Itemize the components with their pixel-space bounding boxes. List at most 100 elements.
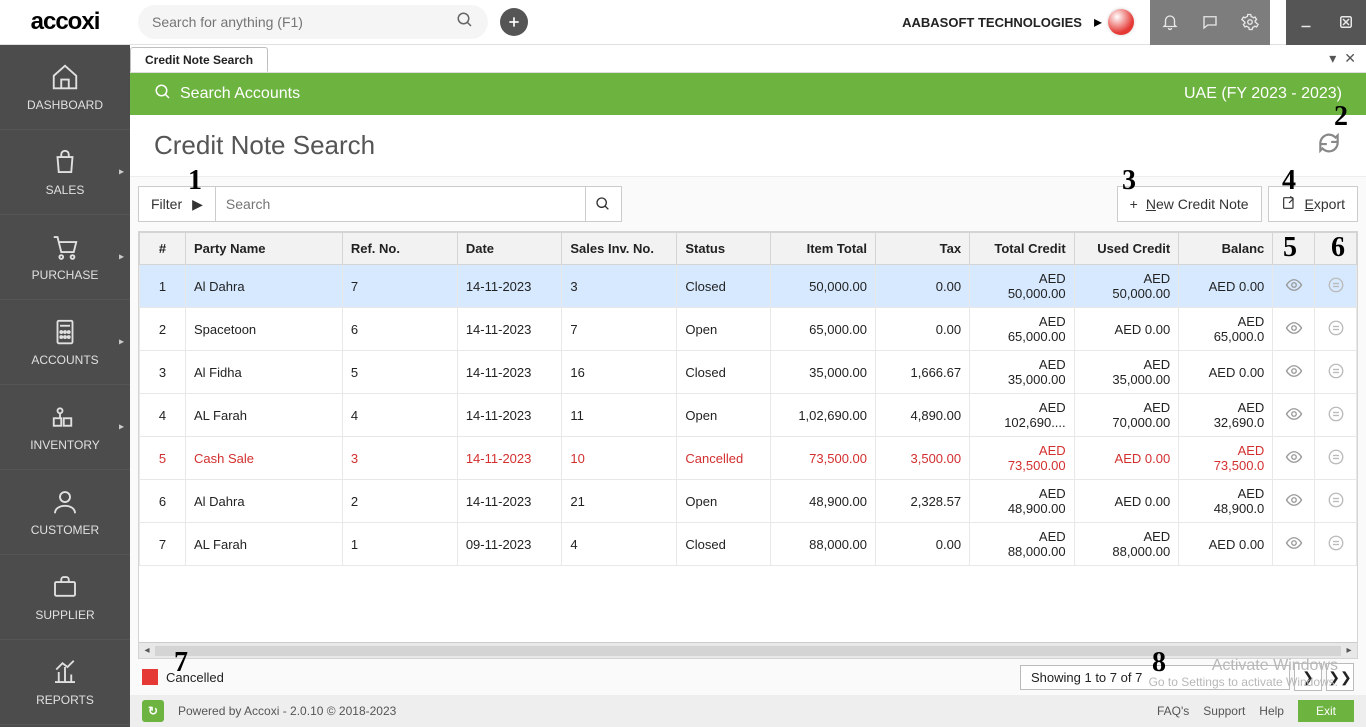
col-index[interactable]: # bbox=[140, 233, 186, 265]
col-party[interactable]: Party Name bbox=[186, 233, 343, 265]
export-button[interactable]: Export bbox=[1268, 186, 1358, 222]
search-icon bbox=[154, 83, 172, 106]
global-search-input[interactable] bbox=[152, 14, 456, 30]
col-date[interactable]: Date bbox=[457, 233, 562, 265]
refresh-button[interactable] bbox=[1316, 130, 1342, 161]
chevron-right-icon: ▸ bbox=[119, 252, 124, 263]
view-row-button[interactable] bbox=[1273, 265, 1315, 308]
tab-close-icon[interactable]: ✕ bbox=[1344, 50, 1356, 67]
close-window-icon[interactable] bbox=[1326, 0, 1366, 45]
view-row-button[interactable] bbox=[1273, 437, 1315, 480]
cell-balance: AED 73,500.0 bbox=[1179, 437, 1273, 480]
row-more-button[interactable] bbox=[1315, 351, 1357, 394]
row-more-button[interactable] bbox=[1315, 523, 1357, 566]
horizontal-scrollbar[interactable]: ◂ ▸ bbox=[139, 642, 1357, 658]
col-view bbox=[1273, 233, 1315, 265]
col-total-credit[interactable]: Total Credit bbox=[970, 233, 1075, 265]
scroll-left-icon[interactable]: ◂ bbox=[139, 645, 155, 656]
cell-date: 14-11-2023 bbox=[457, 308, 562, 351]
table-row[interactable]: 6Al Dahra214-11-202321Open48,900.002,328… bbox=[140, 480, 1357, 523]
page-title: Credit Note Search bbox=[154, 130, 375, 161]
gear-icon[interactable] bbox=[1230, 0, 1270, 45]
nav-purchase[interactable]: PURCHASE ▸ bbox=[0, 215, 130, 300]
row-more-button[interactable] bbox=[1315, 394, 1357, 437]
nav-sales[interactable]: SALES ▸ bbox=[0, 130, 130, 215]
tab-dropdown-icon[interactable]: ▾ bbox=[1329, 50, 1336, 67]
table-row[interactable]: 3Al Fidha514-11-202316Closed35,000.001,6… bbox=[140, 351, 1357, 394]
view-row-button[interactable] bbox=[1273, 351, 1315, 394]
cell-inv: 21 bbox=[562, 480, 677, 523]
col-status[interactable]: Status bbox=[677, 233, 771, 265]
add-button[interactable] bbox=[500, 8, 528, 36]
topbar: accoxi AABASOFT TECHNOLOGIES ▸ bbox=[0, 0, 1366, 45]
exit-button[interactable]: Exit bbox=[1298, 700, 1354, 722]
minimize-icon[interactable] bbox=[1286, 0, 1326, 45]
table-search-input[interactable] bbox=[226, 196, 575, 212]
table-search-button[interactable] bbox=[586, 186, 622, 222]
nav-accounts[interactable]: ACCOUNTS ▸ bbox=[0, 300, 130, 385]
nav-customer[interactable]: CUSTOMER bbox=[0, 470, 130, 555]
cell-party: Al Fidha bbox=[186, 351, 343, 394]
pager-next-button[interactable]: ❯ bbox=[1294, 663, 1322, 691]
chat-icon[interactable] bbox=[1190, 0, 1230, 45]
nav-inventory[interactable]: INVENTORY ▸ bbox=[0, 385, 130, 470]
col-balance[interactable]: Balanc bbox=[1179, 233, 1273, 265]
new-credit-note-button[interactable]: + New Credit Note bbox=[1117, 186, 1262, 222]
filter-button[interactable]: Filter ▶ bbox=[138, 186, 216, 222]
nav-supplier[interactable]: SUPPLIER bbox=[0, 555, 130, 640]
nav-dashboard[interactable]: DASHBOARD bbox=[0, 45, 130, 130]
row-more-button[interactable] bbox=[1315, 265, 1357, 308]
tab-credit-note-search[interactable]: Credit Note Search bbox=[130, 47, 268, 72]
cell-inv: 3 bbox=[562, 265, 677, 308]
col-used-credit[interactable]: Used Credit bbox=[1074, 233, 1179, 265]
nav-label: REPORTS bbox=[36, 693, 94, 707]
cell-used-credit: AED 50,000.00 bbox=[1074, 265, 1179, 308]
table-body: 1Al Dahra714-11-20233Closed50,000.000.00… bbox=[140, 265, 1357, 566]
tab-tools: ▾ ✕ bbox=[1329, 45, 1366, 72]
export-icon bbox=[1281, 195, 1297, 214]
cell-status: Closed bbox=[677, 265, 771, 308]
view-row-button[interactable] bbox=[1273, 394, 1315, 437]
global-search[interactable] bbox=[138, 5, 488, 39]
nav-reports[interactable]: REPORTS bbox=[0, 640, 130, 725]
window-controls bbox=[1286, 0, 1366, 45]
row-more-button[interactable] bbox=[1315, 480, 1357, 523]
row-more-button[interactable] bbox=[1315, 308, 1357, 351]
cell-status: Cancelled bbox=[677, 437, 771, 480]
cell-total-credit: AED 102,690.... bbox=[970, 394, 1075, 437]
col-tax[interactable]: Tax bbox=[876, 233, 970, 265]
cell-tax: 1,666.67 bbox=[876, 351, 970, 394]
cell-index: 6 bbox=[140, 480, 186, 523]
table-row[interactable]: 1Al Dahra714-11-20233Closed50,000.000.00… bbox=[140, 265, 1357, 308]
table-row[interactable]: 4AL Farah414-11-202311Open1,02,690.004,8… bbox=[140, 394, 1357, 437]
table-row[interactable]: 5Cash Sale314-11-202310Cancelled73,500.0… bbox=[140, 437, 1357, 480]
view-row-button[interactable] bbox=[1273, 308, 1315, 351]
bell-icon[interactable] bbox=[1150, 0, 1190, 45]
footer-faq[interactable]: FAQ's bbox=[1157, 704, 1189, 718]
col-inv[interactable]: Sales Inv. No. bbox=[562, 233, 677, 265]
cell-ref: 6 bbox=[342, 308, 457, 351]
left-nav: DASHBOARD SALES ▸ PURCHASE ▸ ACCOUNTS ▸ … bbox=[0, 45, 130, 727]
row-more-button[interactable] bbox=[1315, 437, 1357, 480]
cell-status: Open bbox=[677, 480, 771, 523]
toolbar: 1 Filter ▶ 3 + New Credit Note 4 Export bbox=[130, 177, 1366, 231]
scroll-track[interactable] bbox=[155, 646, 1341, 656]
table-row[interactable]: 7AL Farah109-11-20234Closed88,000.000.00… bbox=[140, 523, 1357, 566]
col-ref[interactable]: Ref. No. bbox=[342, 233, 457, 265]
company-label[interactable]: AABASOFT TECHNOLOGIES bbox=[902, 15, 1082, 30]
footer-support[interactable]: Support bbox=[1203, 704, 1245, 718]
pager-last-button[interactable]: ❯❯ bbox=[1326, 663, 1354, 691]
col-item-total[interactable]: Item Total bbox=[771, 233, 876, 265]
page-header: Credit Note Search 2 bbox=[130, 115, 1366, 177]
calculator-icon bbox=[50, 317, 80, 347]
table-search[interactable] bbox=[216, 186, 586, 222]
cell-date: 14-11-2023 bbox=[457, 437, 562, 480]
footer-help[interactable]: Help bbox=[1259, 704, 1284, 718]
cell-balance: AED 65,000.0 bbox=[1179, 308, 1273, 351]
brand-orb-icon bbox=[1108, 9, 1134, 35]
table-row[interactable]: 2Spacetoon614-11-20237Open65,000.000.00A… bbox=[140, 308, 1357, 351]
scroll-right-icon[interactable]: ▸ bbox=[1341, 645, 1357, 656]
view-row-button[interactable] bbox=[1273, 523, 1315, 566]
nav-label: DASHBOARD bbox=[27, 98, 103, 112]
view-row-button[interactable] bbox=[1273, 480, 1315, 523]
